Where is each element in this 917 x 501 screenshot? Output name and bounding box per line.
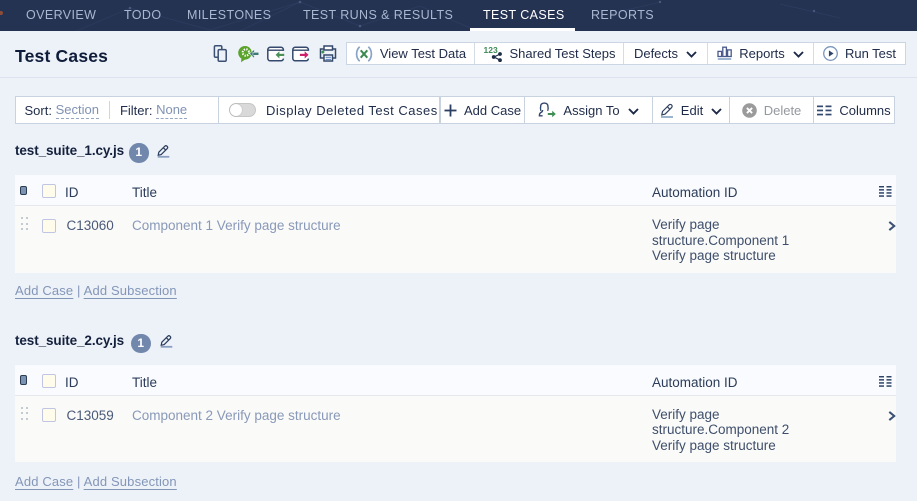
svg-text:123: 123 (483, 46, 497, 55)
